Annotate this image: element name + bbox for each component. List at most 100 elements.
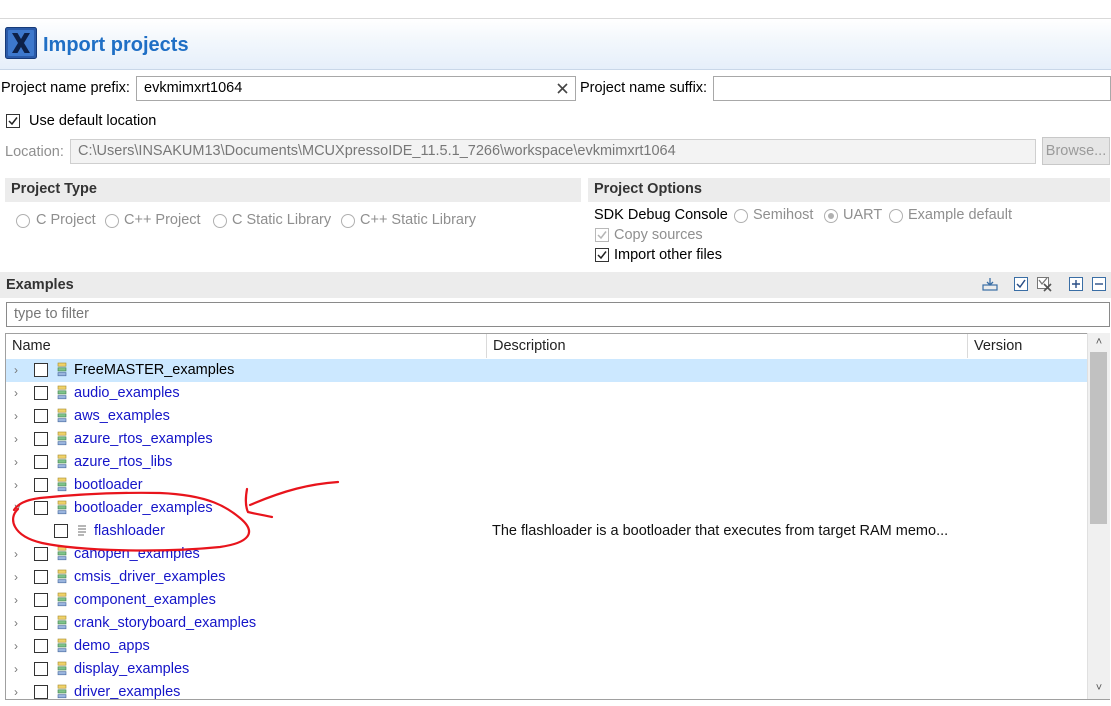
row-checkbox[interactable] xyxy=(34,685,48,699)
example-name[interactable]: aws_examples xyxy=(74,408,170,424)
browse-button[interactable]: Browse... xyxy=(1042,137,1110,165)
row-checkbox[interactable] xyxy=(34,547,48,561)
row-checkbox[interactable] xyxy=(34,570,48,584)
scroll-down-icon[interactable]: ˅ xyxy=(1088,679,1110,697)
tree-row[interactable]: › bootloader xyxy=(6,474,1088,497)
filter-input[interactable]: type to filter xyxy=(6,302,1110,327)
expand-all-icon[interactable] xyxy=(1068,276,1084,292)
chevron-right-icon[interactable]: › xyxy=(14,386,24,400)
tree-row[interactable]: › audio_examples xyxy=(6,382,1088,405)
copy-sources-label: Copy sources xyxy=(614,227,703,243)
tree-row[interactable]: › azure_rtos_libs xyxy=(6,451,1088,474)
example-name[interactable]: crank_storyboard_examples xyxy=(74,615,256,631)
example-folder-icon xyxy=(57,592,67,607)
example-folder-icon xyxy=(57,431,67,446)
row-checkbox[interactable] xyxy=(34,662,48,676)
scroll-up-icon[interactable]: ˄ xyxy=(1088,333,1110,351)
example-name[interactable]: azure_rtos_examples xyxy=(74,431,213,447)
radio-c-static-library-label: C Static Library xyxy=(232,212,332,228)
tree-row[interactable]: › azure_rtos_examples xyxy=(6,428,1088,451)
row-checkbox[interactable] xyxy=(34,363,48,377)
radio-uart-label: UART xyxy=(843,207,883,223)
row-checkbox[interactable] xyxy=(34,593,48,607)
radio-c-project-label: C Project xyxy=(36,212,96,228)
chevron-right-icon[interactable]: › xyxy=(14,685,24,699)
tree-row[interactable]: › driver_examples xyxy=(6,681,1088,699)
chevron-right-icon[interactable]: › xyxy=(14,432,24,446)
tree-row[interactable]: › cmsis_driver_examples xyxy=(6,566,1088,589)
tree-row[interactable]: › FreeMASTER_examples xyxy=(6,359,1088,382)
row-checkbox[interactable] xyxy=(34,432,48,446)
import-other-files-checkbox[interactable] xyxy=(595,248,609,262)
row-checkbox[interactable] xyxy=(34,478,48,492)
example-name[interactable]: cmsis_driver_examples xyxy=(74,569,226,585)
example-name[interactable]: driver_examples xyxy=(74,684,180,699)
deselect-all-icon[interactable] xyxy=(1036,276,1052,292)
radio-c-project[interactable] xyxy=(16,214,30,228)
row-checkbox[interactable] xyxy=(54,524,68,538)
row-checkbox[interactable] xyxy=(34,501,48,515)
collapse-all-icon[interactable] xyxy=(1091,276,1107,292)
column-version[interactable]: Version xyxy=(968,334,1088,358)
example-name[interactable]: demo_apps xyxy=(74,638,150,654)
row-checkbox[interactable] xyxy=(34,616,48,630)
suffix-input[interactable] xyxy=(713,76,1111,101)
chevron-right-icon[interactable]: › xyxy=(14,616,24,630)
clear-icon[interactable] xyxy=(557,83,568,94)
example-folder-icon xyxy=(57,546,67,561)
example-name[interactable]: bootloader xyxy=(74,477,143,493)
example-folder-icon xyxy=(57,638,67,653)
import-icon[interactable] xyxy=(982,276,998,292)
example-name[interactable]: flashloader xyxy=(94,523,165,539)
tree-row[interactable]: › aws_examples xyxy=(6,405,1088,428)
chevron-right-icon[interactable]: › xyxy=(14,409,24,423)
tree-row[interactable]: ˅ bootloader_examples xyxy=(6,497,1088,520)
chevron-right-icon[interactable]: › xyxy=(14,547,24,561)
tree-row[interactable]: › display_examples xyxy=(6,658,1088,681)
check-icon xyxy=(597,231,607,240)
row-checkbox[interactable] xyxy=(34,639,48,653)
column-description[interactable]: Description xyxy=(487,334,968,358)
radio-semihost[interactable] xyxy=(734,209,748,223)
example-folder-icon xyxy=(57,477,67,492)
row-checkbox[interactable] xyxy=(34,409,48,423)
radio-cpp-project[interactable] xyxy=(105,214,119,228)
chevron-right-icon[interactable]: › xyxy=(14,363,24,377)
example-name[interactable]: display_examples xyxy=(74,661,189,677)
example-name[interactable]: component_examples xyxy=(74,592,216,608)
project-options-header: Project Options xyxy=(588,178,1110,202)
scrollbar-thumb[interactable] xyxy=(1090,352,1107,524)
radio-example-default[interactable] xyxy=(889,209,903,223)
tree-row[interactable]: › crank_storyboard_examples xyxy=(6,612,1088,635)
examples-tree[interactable]: Name Description Version › FreeMASTER_exa… xyxy=(5,333,1110,700)
radio-semihost-label: Semihost xyxy=(753,207,814,223)
example-name[interactable]: bootloader_examples xyxy=(74,500,213,516)
chevron-right-icon[interactable]: › xyxy=(14,593,24,607)
example-name[interactable]: azure_rtos_libs xyxy=(74,454,172,470)
radio-c-static-library[interactable] xyxy=(213,214,227,228)
example-name[interactable]: audio_examples xyxy=(74,385,180,401)
chevron-right-icon[interactable]: › xyxy=(14,478,24,492)
example-name[interactable]: FreeMASTER_examples xyxy=(74,362,234,378)
prefix-input[interactable]: evkmimxrt1064 xyxy=(136,76,576,101)
copy-sources-checkbox[interactable] xyxy=(595,228,609,242)
chevron-right-icon[interactable]: › xyxy=(14,570,24,584)
use-default-location-checkbox[interactable] xyxy=(6,114,20,128)
radio-uart[interactable] xyxy=(824,209,838,223)
chevron-right-icon[interactable]: › xyxy=(14,639,24,653)
example-folder-icon xyxy=(57,615,67,630)
row-checkbox[interactable] xyxy=(34,386,48,400)
example-file-icon xyxy=(78,525,86,536)
tree-row[interactable]: › demo_apps xyxy=(6,635,1088,658)
chevron-right-icon[interactable]: › xyxy=(14,455,24,469)
tree-row[interactable]: › component_examples xyxy=(6,589,1088,612)
example-name[interactable]: canopen_examples xyxy=(74,546,200,562)
tree-row[interactable]: › canopen_examples xyxy=(6,543,1088,566)
column-name[interactable]: Name xyxy=(6,334,487,358)
tree-row[interactable]: flashloader The flashloader is a bootload… xyxy=(6,520,1088,543)
select-all-icon[interactable] xyxy=(1013,276,1029,292)
chevron-right-icon[interactable]: › xyxy=(14,662,24,676)
row-checkbox[interactable] xyxy=(34,455,48,469)
radio-cpp-static-library[interactable] xyxy=(341,214,355,228)
chevron-down-icon[interactable]: ˅ xyxy=(14,501,24,515)
